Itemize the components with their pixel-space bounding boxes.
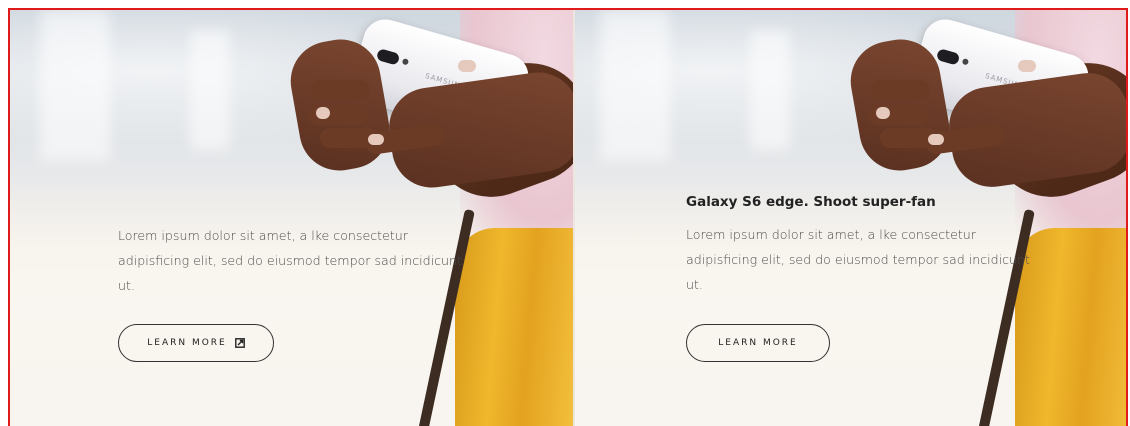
photo-finger [310,80,370,100]
photo-nail [876,107,890,119]
learn-more-button[interactable]: LEARN MORE [118,324,274,362]
background-window [750,30,790,150]
background-window [40,10,110,160]
external-link-icon [234,338,245,348]
banner-slide-right: SAMSUNG Galaxy S6 edge. Shoot super-fan … [575,10,1126,426]
photo-nail [316,107,330,119]
background-window [190,30,230,150]
banner-frame: SAMSUNG Lorem ipsum dolor sit amet, a lk… [8,8,1128,426]
photo-nail [928,134,944,145]
photo-nail [368,134,384,145]
learn-more-button[interactable]: LEARN MORE [686,324,830,362]
slide-description: Lorem ipsum dolor sit amet, a lke consec… [686,227,1030,292]
photo-nail [1018,60,1036,72]
photo-finger [870,80,930,100]
photo-nail [458,60,476,72]
slide-content: Lorem ipsum dolor sit amet, a lke consec… [118,223,478,298]
learn-more-label: LEARN MORE [147,338,227,348]
banner-slide-left: SAMSUNG Lorem ipsum dolor sit amet, a lk… [10,10,573,426]
slide-content: Galaxy S6 edge. Shoot super-fan Lorem ip… [686,194,1046,297]
slide-description: Lorem ipsum dolor sit amet, a lke consec… [118,228,462,293]
slide-title: Galaxy S6 edge. Shoot super-fan [686,194,936,210]
learn-more-label: LEARN MORE [718,338,798,348]
background-window [600,10,670,160]
